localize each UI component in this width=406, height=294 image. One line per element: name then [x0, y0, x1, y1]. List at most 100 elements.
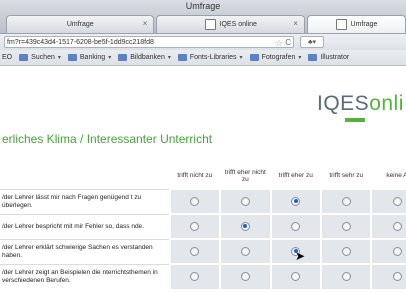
column-header: trifft eher nicht zu [219, 163, 271, 189]
bookmark-label: Illustrator [320, 54, 350, 61]
answer-cell [219, 188, 271, 214]
mouse-cursor-icon: ➤ [295, 249, 306, 263]
question-column-header [0, 163, 170, 189]
chevron-down-icon: ▾ [57, 55, 61, 61]
bookmark-label: EO [2, 54, 13, 61]
answer-radio[interactable] [190, 221, 200, 231]
answer-cell [219, 238, 271, 264]
answer-cell [319, 213, 372, 239]
answer-cell [370, 188, 406, 214]
answer-cell [269, 213, 321, 239]
answer-radio[interactable] [190, 196, 200, 206]
answer-radio[interactable] [341, 272, 351, 281]
address-bar[interactable]: fm?r=439c43d4-1517-6208-be5f-1dd9cc218fd… [4, 36, 294, 48]
answer-radio[interactable] [291, 272, 301, 281]
answer-cell [319, 188, 372, 214]
favicon-icon [204, 19, 216, 30]
question-text: /der Lehrer bespricht mit mir Fehler so,… [0, 213, 170, 239]
folder-icon [249, 54, 259, 61]
bookmark-folder-banking[interactable]: Banking ▾ [67, 54, 112, 61]
answer-radio[interactable] [190, 246, 200, 256]
answer-cell [168, 213, 221, 239]
answer-radio[interactable] [341, 221, 351, 231]
bookmark-folder-bildbanken[interactable]: Bildbanken ▾ [118, 54, 171, 61]
answer-radio[interactable] [341, 246, 351, 256]
tab-umfrage-1[interactable]: Umfrage × [6, 15, 155, 33]
column-header: keine A [370, 163, 406, 189]
bookmark-folder-illustrator[interactable]: Illustrator [308, 54, 349, 61]
close-tab-icon[interactable]: × [143, 19, 148, 28]
answer-cell [219, 263, 271, 289]
chevron-down-icon: ▾ [167, 55, 171, 61]
iqes-logo: IQESonli [317, 92, 404, 116]
tab-label: Umfrage [66, 21, 94, 28]
page-content: IQESonli erliches Klima / Interessanter … [0, 67, 406, 294]
answer-radio[interactable] [392, 272, 402, 281]
title-bar: Umfrage Umfrage × IQES online × Umfrage [0, 0, 406, 34]
answer-radio[interactable] [291, 196, 301, 206]
chevron-down-icon: ▾ [108, 55, 112, 61]
tab-umfrage-2[interactable]: Umfrage [306, 15, 406, 33]
reload-icon[interactable]: C [285, 37, 291, 49]
question-text: /der Lehrer erklärt schwierige Sachen es… [0, 238, 170, 264]
answer-cell [370, 263, 406, 289]
answer-radio[interactable] [341, 196, 351, 206]
bookmark-eo[interactable]: EO [2, 54, 12, 61]
chevron-down-icon: ▾ [298, 55, 302, 61]
folder-icon [67, 54, 77, 61]
extension-icon[interactable]: ♣▾ [300, 36, 324, 48]
answer-cell [219, 213, 271, 239]
answer-radio[interactable] [291, 221, 301, 231]
bookmark-label: Bildbanken [130, 54, 165, 61]
browser-window: Umfrage Umfrage × IQES online × Umfrage … [0, 0, 406, 294]
bookmark-folder-fonts[interactable]: Fonts-Libraries ▾ [177, 54, 243, 61]
answer-radio[interactable] [392, 246, 402, 256]
answer-cell [168, 263, 221, 289]
column-header: trifft eher zu [270, 163, 321, 189]
close-tab-icon[interactable]: × [293, 19, 298, 28]
window-title: Umfrage [185, 1, 221, 11]
table-row: /der Lehrer lässt mir nach Fragen genüge… [0, 188, 406, 214]
folder-icon [177, 54, 187, 61]
answer-cell [269, 263, 321, 289]
page-title: erliches Klima / Interessanter Unterrich… [2, 132, 213, 146]
favicon-icon [335, 19, 347, 30]
url-text: fm?r=439c43d4-1517-6208-be5f-1dd9cc218fd… [7, 39, 154, 46]
logo-online: onli [369, 92, 404, 115]
answer-cell [370, 213, 406, 239]
column-header: trifft nicht zu [169, 163, 221, 189]
bookmarks-bar: EO Suchen ▾ Banking ▾ Bildbanken ▾ Fonts-Li… [0, 50, 406, 66]
folder-icon [118, 54, 128, 61]
answer-cell [319, 238, 372, 264]
answer-cell [168, 238, 221, 264]
table-row: /der Lehrer erklärt schwierige Sachen es… [0, 238, 406, 264]
answer-radio[interactable] [240, 272, 250, 281]
answer-cell [269, 188, 321, 214]
answer-radio[interactable] [240, 196, 250, 206]
bookmark-folder-fotografen[interactable]: Fotografen ▾ [249, 54, 302, 61]
table-row: /der Lehrer zeigt an Beispielen die nter… [0, 263, 406, 289]
logo-iqes: IQES [317, 92, 370, 115]
tab-label: Umfrage [350, 21, 378, 28]
folder-icon [19, 54, 29, 61]
folder-icon [308, 54, 318, 61]
chevron-down-icon: ▾ [239, 55, 243, 61]
table-header-row: trifft nicht zu trifft eher nicht zu tri… [0, 163, 406, 189]
column-header: trifft sehr zu [320, 163, 372, 189]
answer-cell [370, 238, 406, 264]
answer-radio[interactable] [392, 221, 402, 231]
answer-radio[interactable] [240, 246, 250, 256]
survey-table: trifft nicht zu trifft eher nicht zu tri… [0, 163, 406, 289]
toolbar: fm?r=439c43d4-1517-6208-be5f-1dd9cc218fd… [0, 34, 406, 51]
table-row: /der Lehrer bespricht mit mir Fehler so,… [0, 213, 406, 239]
answer-cell [168, 188, 221, 214]
answer-radio[interactable] [190, 272, 200, 281]
answer-radio[interactable] [392, 196, 402, 206]
bookmark-folder-suchen[interactable]: Suchen ▾ [19, 54, 61, 61]
bookmark-label: Fonts-Libraries [189, 54, 237, 61]
tab-label: IQES online [219, 21, 257, 28]
bookmark-star-icon[interactable]: ☆ [275, 37, 283, 49]
tab-iqes-online[interactable]: IQES online × [156, 15, 305, 33]
answer-radio[interactable] [240, 221, 250, 231]
bookmark-label: Banking [79, 54, 106, 61]
